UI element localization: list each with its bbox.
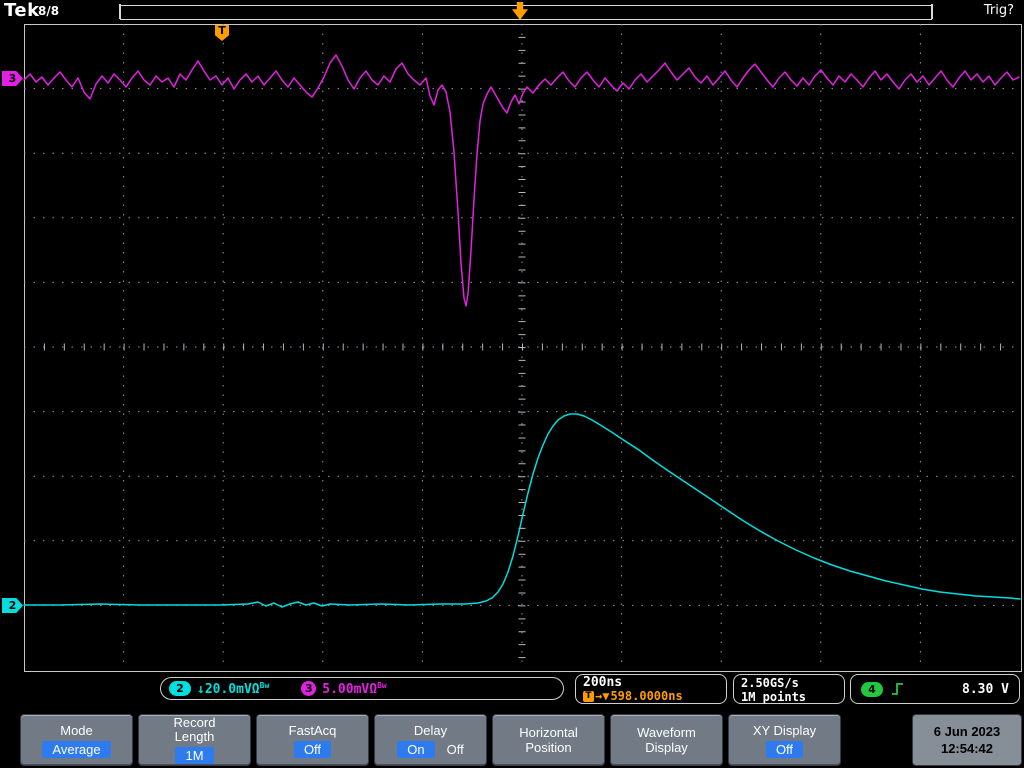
channel3-bandwidth-label: Bw [377,680,387,690]
waveform-display-button[interactable]: Waveform Display [610,714,723,766]
horizontal-position-title-line1: Horizontal [519,725,578,740]
mode-button-title: Mode [60,722,93,738]
channel2-badge[interactable]: 2 [169,681,191,696]
trigger-source-badge: 4 [861,681,883,697]
timebase-scale: 200ns [583,675,623,690]
oscilloscope-screen: Tek 8/8 Trig? T 3 2 2 ↓20.0mVΩBw 3 5.00m… [0,0,1024,768]
sample-rate: 2.50GS/s [741,676,799,690]
waveform-display-title-line1: Waveform [637,725,696,740]
acquisition-ratio: 8/8 [38,4,60,18]
horizontal-position-title-line2: Position [525,740,572,755]
trigger-status: Trig? [983,3,1014,18]
delay-arrows: →▼ [595,689,610,703]
trigger-level: 8.30 V [962,681,1009,697]
tek-logo: Tek [4,0,40,21]
channel3-badge[interactable]: 3 [301,681,317,696]
channel2-scale: ↓20.0mVΩBw [197,680,270,697]
fastacq-value: Off [293,740,332,758]
waveform-display-title-line2: Display [645,740,688,755]
acquisition-readout[interactable]: 2.50GS/s 1M points [733,674,845,704]
record-length-title-line2: Length [174,729,215,744]
datetime-display: 6 Jun 2023 12:54:42 [912,714,1022,766]
delay-off-option[interactable]: Off [447,742,464,757]
xy-display-value: Off [765,740,804,758]
channel2-bandwidth-label: Bw [259,680,270,690]
delay-trigger-flag-icon: T [583,691,594,702]
record-length-value: 1M [175,747,214,764]
delay-button[interactable]: Delay On Off [374,714,487,766]
delay-value: 598.0000ns [610,689,683,703]
trigger-readout[interactable]: 4 8.30 V [850,674,1020,704]
xy-display-title: XY Display [752,722,817,738]
channel2-ground-marker[interactable]: 2 [2,598,23,613]
mode-button-value: Average [42,740,111,758]
record-length-title-line1: Record [173,715,216,730]
graticule [24,24,1022,672]
time-label: 12:54:42 [940,741,994,756]
mode-button[interactable]: Mode Average [20,714,133,766]
channel3-scale: 5.00mVΩBw [322,680,387,697]
channel-readouts[interactable]: 2 ↓20.0mVΩBw 3 5.00mVΩBw [160,677,564,700]
trigger-slope-icon [892,683,903,695]
acquisition-record-bar [119,4,933,20]
horizontal-position-button[interactable]: Horizontal Position [492,714,605,766]
fastacq-title: FastAcq [288,722,337,738]
delay-on-option[interactable]: On [397,740,435,758]
date-label: 6 Jun 2023 [933,724,1001,739]
channel3-ground-marker[interactable]: 3 [2,71,23,86]
fastacq-button[interactable]: FastAcq Off [256,714,369,766]
timebase-readout[interactable]: 200ns T →▼ 598.0000ns [575,674,727,704]
xy-display-button[interactable]: XY Display Off [728,714,841,766]
record-length-button[interactable]: Record Length 1M [138,714,251,766]
delay-title: Delay [413,722,448,738]
record-length-readout: 1M points [741,690,807,704]
